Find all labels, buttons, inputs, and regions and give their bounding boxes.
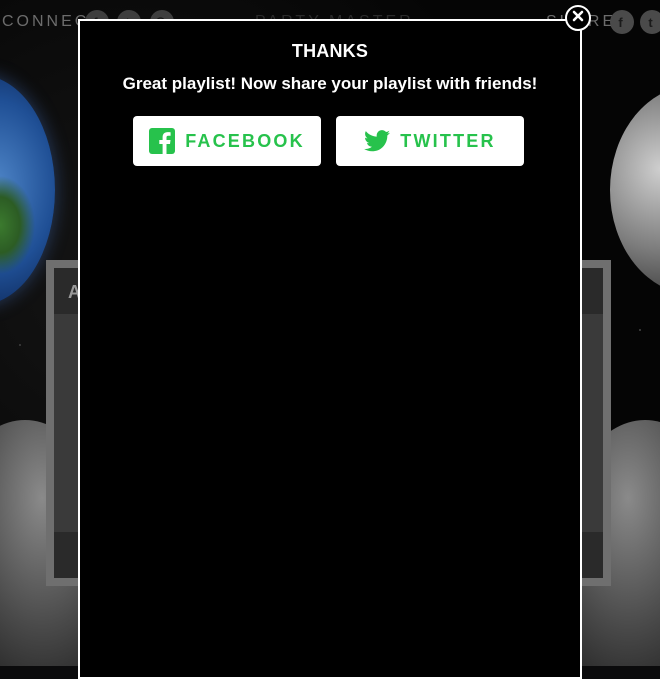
facebook-icon — [149, 128, 176, 154]
facebook-button-label: FACEBOOK — [185, 130, 305, 151]
twitter-button-label: TWITTER — [400, 130, 496, 151]
twitter-share-icon[interactable]: t — [640, 10, 660, 34]
close-icon — [572, 9, 584, 27]
share-modal: THANKS Great playlist! Now share your pl… — [78, 19, 582, 679]
close-button[interactable] — [565, 5, 591, 31]
facebook-share-icon[interactable]: f — [610, 10, 634, 34]
modal-title: THANKS — [291, 41, 369, 61]
twitter-share-button[interactable]: TWITTER — [336, 116, 524, 166]
modal-message: Great playlist! Now share your playlist … — [122, 74, 538, 93]
twitter-icon — [364, 128, 391, 154]
facebook-share-button[interactable]: FACEBOOK — [133, 116, 321, 166]
